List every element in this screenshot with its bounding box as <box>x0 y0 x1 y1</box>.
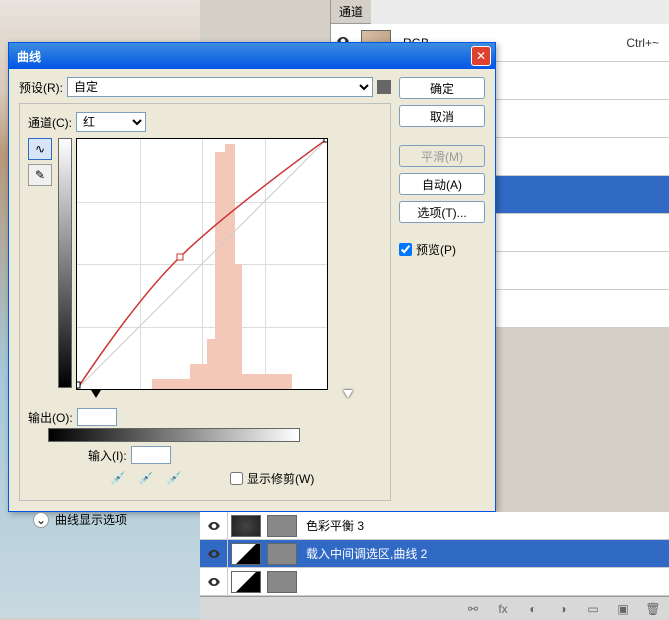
fx-icon[interactable]: fx <box>495 601 511 617</box>
gray-eyedropper-icon[interactable]: 💉 <box>136 468 156 488</box>
curves-dialog: 曲线 ✕ 预设(R): 自定 通道(C): 红 ∿ ✎ <box>8 42 496 512</box>
channel-label: 通道(C): <box>28 114 72 131</box>
new-layer-icon[interactable]: ▣ <box>615 601 631 617</box>
layer-name: 载入中间调选区,曲线 2 <box>300 545 669 562</box>
visibility-icon[interactable] <box>200 568 228 595</box>
curve-line <box>77 139 327 389</box>
mask-icon[interactable]: ◐ <box>525 601 541 617</box>
preset-select[interactable]: 自定 <box>67 77 373 97</box>
layer-thumbnail <box>231 543 261 565</box>
output-label: 输出(O): <box>28 409 73 426</box>
display-options-label: 曲线显示选项 <box>55 511 127 528</box>
smooth-button: 平滑(M) <box>399 145 485 167</box>
link-icon[interactable]: ⚯ <box>465 601 481 617</box>
white-eyedropper-icon[interactable]: 💉 <box>164 468 184 488</box>
visibility-icon[interactable] <box>200 512 228 539</box>
auto-button[interactable]: 自动(A) <box>399 173 485 195</box>
dialog-titlebar[interactable]: 曲线 ✕ <box>9 43 495 69</box>
cancel-button[interactable]: 取消 <box>399 105 485 127</box>
layer-row[interactable]: 色彩平衡 3 <box>200 512 669 540</box>
output-gradient <box>58 138 72 388</box>
layer-row-selected[interactable]: 载入中间调选区,曲线 2 <box>200 540 669 568</box>
layers-panel: 色彩平衡 3 载入中间调选区,曲线 2 ⚯ fx ◐ ◑ ▭ ▣ 🗑 <box>200 512 669 620</box>
options-button[interactable]: 选项(T)... <box>399 201 485 223</box>
dialog-title: 曲线 <box>17 48 471 65</box>
ok-button[interactable]: 确定 <box>399 77 485 99</box>
input-gradient <box>48 428 300 442</box>
output-input[interactable] <box>77 408 117 426</box>
curves-graph[interactable] <box>76 138 328 390</box>
layer-row[interactable] <box>200 568 669 596</box>
black-eyedropper-icon[interactable]: 💉 <box>108 468 128 488</box>
layer-mask-thumbnail <box>267 515 297 537</box>
layer-mask-thumbnail <box>267 543 297 565</box>
show-clipping-label: 显示修剪(W) <box>247 470 314 487</box>
layer-thumbnail <box>231 515 261 537</box>
black-point-slider[interactable] <box>91 390 101 398</box>
pencil-tool-button[interactable]: ✎ <box>28 164 52 186</box>
curve-tool-button[interactable]: ∿ <box>28 138 52 160</box>
layer-name: 色彩平衡 3 <box>300 517 669 534</box>
layer-mask-thumbnail <box>267 571 297 593</box>
preset-menu-icon[interactable] <box>377 80 391 94</box>
show-clipping-checkbox[interactable] <box>230 472 243 485</box>
preview-label: 预览(P) <box>416 241 456 258</box>
input-input[interactable] <box>131 446 171 464</box>
preview-checkbox[interactable] <box>399 243 412 256</box>
expand-chevron-icon[interactable]: ⌄ <box>33 512 49 528</box>
trash-icon[interactable]: 🗑 <box>645 601 661 617</box>
layers-footer: ⚯ fx ◐ ◑ ▭ ▣ 🗑 <box>200 596 669 620</box>
channel-select[interactable]: 红 <box>76 112 146 132</box>
channel-shortcut: Ctrl+~ <box>626 36 669 50</box>
visibility-icon[interactable] <box>200 540 228 567</box>
channels-tab[interactable]: 通道 <box>331 0 371 24</box>
folder-icon[interactable]: ▭ <box>585 601 601 617</box>
white-point-slider[interactable] <box>343 390 353 398</box>
input-label: 输入(I): <box>88 447 127 464</box>
close-button[interactable]: ✕ <box>471 46 491 66</box>
preset-label: 预设(R): <box>19 79 63 96</box>
layer-thumbnail <box>231 571 261 593</box>
adjustment-icon[interactable]: ◑ <box>555 601 571 617</box>
